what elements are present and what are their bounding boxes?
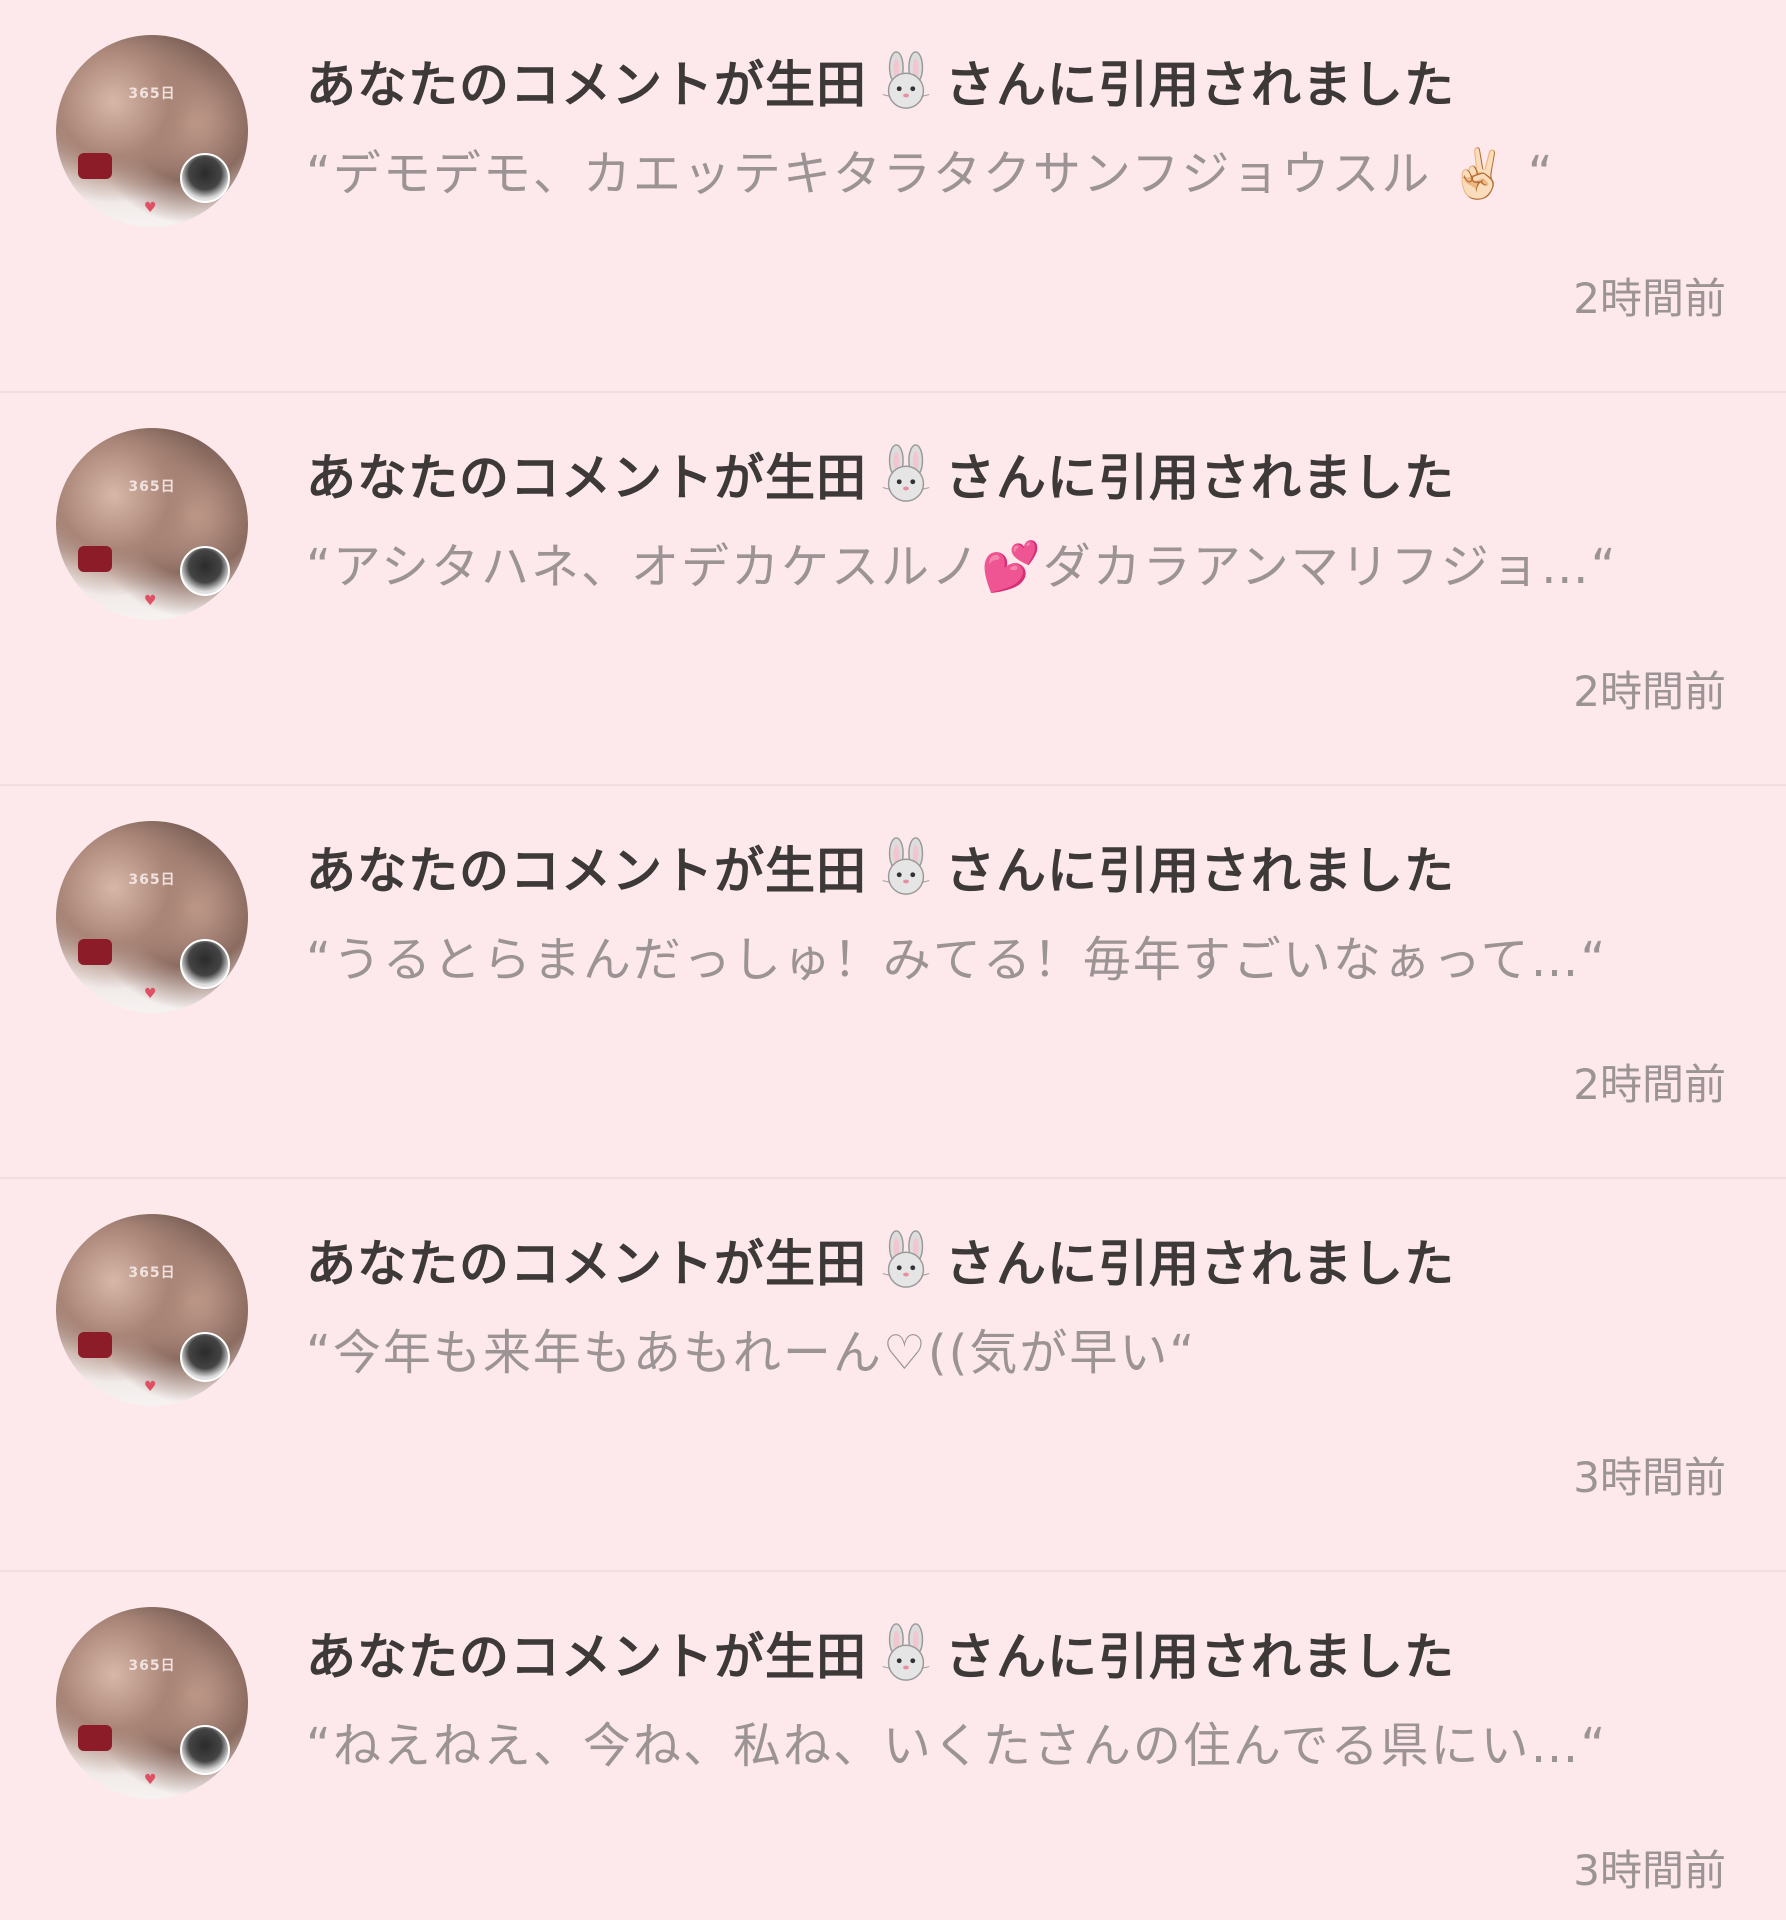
quoted-comment: “ねえねえ、今ね、私ね、いくたさんの住んでる県にい…“ [306,1718,1608,1774]
title-prefix: あなたのコメントが生田 [306,1235,867,1293]
title-suffix: さんに引用されました [945,1235,1455,1293]
title-prefix: あなたのコメントが生田 [306,842,867,900]
ribbon-decoration [78,1725,112,1751]
title-suffix: さんに引用されました [945,56,1455,114]
small-avatar-icon [180,939,230,989]
notification-list: 365日 ♥ あなたのコメントが生田 さんに引用されました “デモデモ、カエッテ… [0,0,1786,1920]
notification-title: あなたのコメントが生田 さんに引用されました [306,1620,1455,1686]
heart-icon: ♥ [144,1772,157,1788]
quoted-comment: “デモデモ、カエッテキタラタクサンフジョウスル ✌🏻 “ [306,146,1555,202]
heart-icon: ♥ [144,986,157,1002]
ribbon-decoration [78,1332,112,1358]
title-suffix: さんに引用されました [945,449,1455,507]
timestamp: 2時間前 [1573,667,1726,716]
user-avatar[interactable]: 365日 ♥ [56,35,248,227]
title-suffix: さんに引用されました [945,842,1455,900]
avatar-caption: 365日 [128,479,176,495]
ribbon-decoration [78,546,112,572]
small-avatar-icon [180,1332,230,1382]
notification-item[interactable]: 365日 ♥ あなたのコメントが生田 さんに引用されました “今年も来年もあもれ… [0,1179,1786,1572]
title-suffix: さんに引用されました [945,1628,1455,1686]
timestamp: 3時間前 [1573,1453,1726,1502]
title-prefix: あなたのコメントが生田 [306,1628,867,1686]
heart-icon: ♥ [144,1379,157,1395]
notification-title: あなたのコメントが生田 さんに引用されました [306,441,1455,507]
user-avatar[interactable]: 365日 ♥ [56,821,248,1013]
avatar-caption: 365日 [128,86,176,102]
timestamp: 2時間前 [1573,1060,1726,1109]
user-avatar[interactable]: 365日 ♥ [56,1607,248,1799]
title-prefix: あなたのコメントが生田 [306,449,867,507]
notification-item[interactable]: 365日 ♥ あなたのコメントが生田 さんに引用されました “ねえねえ、今ね、私… [0,1572,1786,1920]
user-avatar[interactable]: 365日 ♥ [56,1214,248,1406]
notification-item[interactable]: 365日 ♥ あなたのコメントが生田 さんに引用されました “デモデモ、カエッテ… [0,0,1786,393]
heart-icon: ♥ [144,200,157,216]
notification-item[interactable]: 365日 ♥ あなたのコメントが生田 さんに引用されました “アシタハネ、オデカ… [0,393,1786,786]
user-avatar[interactable]: 365日 ♥ [56,428,248,620]
rabbit-icon [882,837,930,895]
rabbit-icon [882,51,930,109]
notification-title: あなたのコメントが生田 さんに引用されました [306,834,1455,900]
rabbit-icon [882,444,930,502]
quoted-comment: “アシタハネ、オデカケスルノ💕ダカラアンマリフジョ…“ [306,539,1618,595]
timestamp: 2時間前 [1573,274,1726,323]
ribbon-decoration [78,153,112,179]
quoted-comment: “今年も来年もあもれーん♡((気が早い“ [306,1325,1197,1381]
title-prefix: あなたのコメントが生田 [306,56,867,114]
timestamp: 3時間前 [1573,1846,1726,1895]
ribbon-decoration [78,939,112,965]
quoted-comment: “うるとらまんだっしゅ！みてる！毎年すごいなぁって…“ [306,932,1608,988]
avatar-caption: 365日 [128,1265,176,1281]
heart-icon: ♥ [144,593,157,609]
rabbit-icon [882,1623,930,1681]
notification-title: あなたのコメントが生田 さんに引用されました [306,48,1455,114]
notification-title: あなたのコメントが生田 さんに引用されました [306,1227,1455,1293]
small-avatar-icon [180,546,230,596]
small-avatar-icon [180,153,230,203]
rabbit-icon [882,1230,930,1288]
small-avatar-icon [180,1725,230,1775]
avatar-caption: 365日 [128,872,176,888]
avatar-caption: 365日 [128,1658,176,1674]
notification-item[interactable]: 365日 ♥ あなたのコメントが生田 さんに引用されました “うるとらまんだっし… [0,786,1786,1179]
